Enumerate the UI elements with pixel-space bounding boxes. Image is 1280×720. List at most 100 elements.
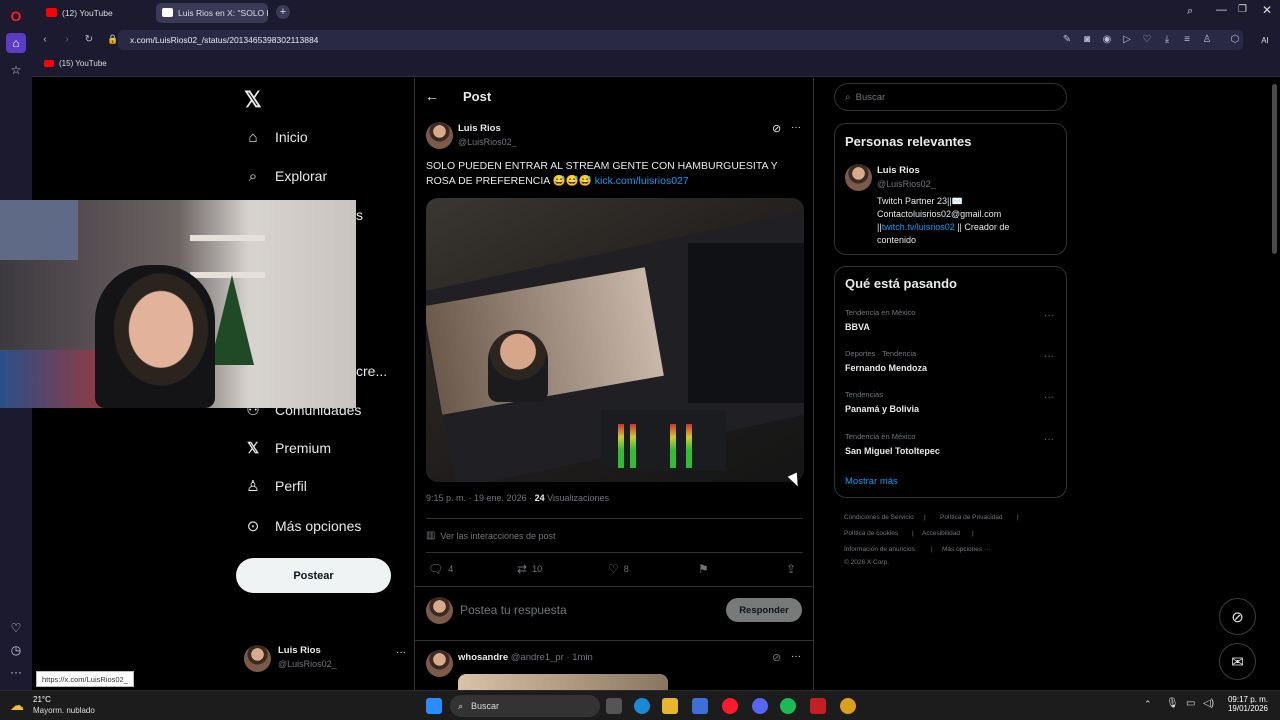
footer-link-cookies[interactable]: Política de cookies	[844, 530, 898, 537]
author-name[interactable]: Luis Rios	[458, 123, 501, 134]
post-date[interactable]: 19 ene. 2026	[474, 493, 527, 503]
nav-item-mas-opciones[interactable]: ⊙ Más opciones	[244, 514, 362, 538]
camera-icon[interactable]: ◙	[1080, 32, 1094, 46]
trend-item[interactable]: Deportes · Tendencia Fernando Mendoza ··…	[845, 349, 1060, 373]
nav-item-perfil[interactable]: ♙ Perfil	[244, 474, 307, 498]
taskbar-search[interactable]: ⌕ Buscar	[450, 695, 600, 717]
heart-icon[interactable]: ♡	[6, 618, 26, 638]
reply-button[interactable]: Responder	[726, 598, 802, 622]
star-icon[interactable]: ☆	[6, 60, 26, 80]
trend-item[interactable]: Tendencia en México BBVA ···	[845, 308, 1060, 332]
nav-item-inicio[interactable]: ⌂ Inicio	[244, 125, 307, 149]
weather-temp[interactable]: 21°C	[33, 695, 51, 704]
reload-icon[interactable]: ↻	[82, 32, 96, 46]
opera-logo-icon[interactable]: O	[6, 6, 26, 26]
more-dots-icon[interactable]: ···	[396, 647, 406, 658]
history-icon[interactable]: ◷	[6, 640, 26, 660]
show-more-link[interactable]: Mostrar más	[845, 476, 898, 487]
player-icon[interactable]: ▷	[1120, 32, 1134, 46]
task-view-icon[interactable]	[606, 698, 622, 714]
minimize-icon[interactable]: —	[1216, 4, 1227, 16]
post-link[interactable]: kick.com/luisrios027	[595, 175, 689, 187]
ai-button[interactable]: AI	[1254, 33, 1276, 47]
more-dots-icon[interactable]: ···	[1044, 351, 1054, 362]
nav-item-explorar[interactable]: ⌕ Explorar	[244, 164, 327, 188]
search-input[interactable]: ⌕ Buscar	[834, 83, 1067, 111]
microphone-icon[interactable]: 🎙	[1166, 698, 1179, 709]
close-icon[interactable]: ✕	[1262, 3, 1272, 17]
person-handle[interactable]: @LuisRios02_	[877, 179, 936, 189]
bookmark-youtube[interactable]: (15) YouTube	[44, 59, 107, 68]
more-dots-icon[interactable]: ···	[1044, 392, 1054, 403]
bio-link[interactable]: twitch.tv/luisrios02	[882, 222, 955, 232]
more-dots-icon[interactable]: ···	[791, 122, 801, 133]
weather-icon[interactable]: ☁	[10, 697, 24, 714]
footer-link-terms[interactable]: Condiciones de Servicio	[844, 514, 914, 521]
reply-input[interactable]: Postea tu respuesta	[460, 603, 567, 617]
back-arrow-icon[interactable]: ←	[425, 88, 439, 104]
discord-icon[interactable]	[752, 698, 768, 714]
view-interactions-link[interactable]: ▥ Ver las interacciones de post	[426, 530, 556, 541]
person-name[interactable]: Luis Rios	[877, 165, 920, 176]
store-icon[interactable]	[692, 698, 708, 714]
footer-link-more[interactable]: Más opciones ···	[942, 546, 990, 553]
post-button[interactable]: Postear	[236, 558, 391, 593]
extensions-icon[interactable]: ⬡	[1228, 32, 1242, 46]
network-icon[interactable]: ▭	[1186, 698, 1195, 709]
opera-icon[interactable]	[722, 698, 738, 714]
post-time[interactable]: 9:15 p. m.	[426, 493, 466, 503]
share-action[interactable]: ⇪	[786, 562, 801, 576]
footer-link-privacy[interactable]: Política de Privacidad	[940, 514, 1003, 521]
repost-action[interactable]: ⇄ 10	[517, 562, 542, 576]
weather-desc[interactable]: Mayorm. nublado	[33, 706, 95, 715]
new-tab-icon[interactable]: +	[276, 5, 290, 19]
windows-start-icon[interactable]	[426, 698, 442, 714]
edit-icon[interactable]: ✎	[1060, 32, 1074, 46]
reply-author-handle[interactable]: @andre1_pr	[511, 652, 564, 663]
tab-x-post[interactable]: Luis Rios en X: "SOLO PUE	[156, 3, 268, 23]
account-icon[interactable]: ♙	[1200, 32, 1214, 46]
clock[interactable]: 09:17 p. m. 19/01/2026	[1226, 695, 1268, 713]
avatar[interactable]	[845, 164, 872, 191]
grok-icon[interactable]: ⊘	[772, 122, 781, 135]
post-media-image[interactable]	[426, 198, 804, 482]
like-action[interactable]: ♡ 8	[608, 562, 629, 576]
messages-float-button[interactable]: ✉	[1219, 643, 1256, 680]
bookmark-action[interactable]: ⚑	[698, 562, 714, 576]
trend-item[interactable]: Tendencias Panamá y Bolivia ···	[845, 390, 1060, 414]
avatar[interactable]	[426, 650, 453, 677]
x-logo-icon[interactable]: 𝕏	[244, 87, 262, 113]
nav-item-hidden[interactable]: s	[356, 203, 363, 227]
back-icon[interactable]: ‹	[38, 32, 52, 46]
more-dots-icon[interactable]: ···	[791, 651, 801, 662]
vpn-icon[interactable]: ◉	[1100, 32, 1114, 46]
streaming-app-icon[interactable]	[810, 698, 826, 714]
footer-link-accessibility[interactable]: Accesibilidad	[922, 530, 960, 537]
reply-action[interactable]: 🗨 4	[428, 562, 453, 576]
account-switcher[interactable]: Luis Rios @LuisRios02_ ···	[244, 643, 406, 681]
home-sidebar-icon[interactable]: ⌂	[6, 33, 26, 53]
reply-media-image[interactable]	[458, 674, 668, 690]
more-dots-icon[interactable]: ···	[1044, 434, 1054, 445]
volume-icon[interactable]: ◁)	[1203, 698, 1214, 709]
chevron-up-icon[interactable]: ⌃	[1144, 699, 1152, 710]
url-field[interactable]: x.com/LuisRios02_/status/201346539830211…	[118, 30, 1243, 50]
grok-float-button[interactable]: ⊘	[1219, 598, 1256, 635]
tab-youtube[interactable]: (12) YouTube	[40, 3, 148, 23]
more-dots-icon[interactable]: ···	[1044, 310, 1054, 321]
heart-icon[interactable]: ♡	[1140, 32, 1154, 46]
avatar[interactable]	[426, 122, 453, 149]
trend-item[interactable]: Tendencia en México San Miguel Totoltepe…	[845, 432, 1060, 456]
search-tabs-icon[interactable]: ⌕	[1187, 5, 1193, 18]
nav-item-hidden[interactable]: cre...	[356, 359, 387, 383]
file-explorer-icon[interactable]	[662, 698, 678, 714]
app-icon[interactable]	[840, 698, 856, 714]
menu-icon[interactable]: ≡	[1180, 32, 1194, 46]
spotify-icon[interactable]	[780, 698, 796, 714]
grok-icon[interactable]: ⊘	[772, 651, 781, 664]
maximize-icon[interactable]: ❐	[1238, 4, 1247, 15]
footer-link-ads[interactable]: Información de anuncios	[844, 546, 915, 553]
nav-item-premium[interactable]: 𝕏 Premium	[244, 436, 331, 460]
forward-icon[interactable]: ›	[60, 32, 74, 46]
author-handle[interactable]: @LuisRios02_	[458, 137, 517, 147]
